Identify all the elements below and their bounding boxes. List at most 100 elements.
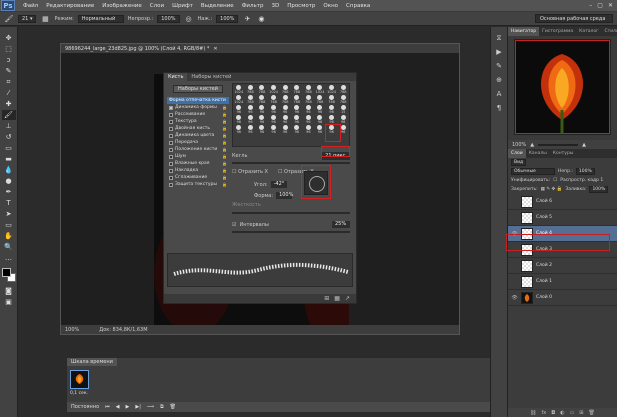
brush-tip[interactable]: 96 bbox=[268, 104, 280, 114]
new-preset-icon[interactable]: ⊞ bbox=[324, 295, 329, 302]
brush-tip[interactable]: 96 bbox=[337, 114, 349, 124]
brush-option-item[interactable]: Шум 🔒 bbox=[167, 153, 229, 160]
fill-field[interactable]: 100% bbox=[589, 186, 609, 193]
maximize-icon[interactable]: ▢ bbox=[597, 2, 603, 9]
minimize-icon[interactable]: – bbox=[589, 2, 592, 9]
brush-option-item[interactable]: Накладка 🔒 bbox=[167, 167, 229, 174]
brush-tip[interactable]: 96 bbox=[291, 114, 303, 124]
brush-option-item[interactable]: Положение кисти 🔒 bbox=[167, 146, 229, 153]
tween-icon[interactable]: ⟿ bbox=[147, 404, 154, 410]
paragraph-panel-icon[interactable]: ¶ bbox=[493, 103, 505, 113]
hardness-slider[interactable] bbox=[232, 212, 350, 214]
layers-tab[interactable]: Каналы bbox=[526, 149, 550, 158]
zoom-in-icon[interactable]: ▲ bbox=[582, 142, 586, 148]
foreground-color[interactable] bbox=[1, 268, 11, 277]
brush-tip[interactable]: 96 bbox=[326, 114, 338, 124]
brush-option-checkbox[interactable] bbox=[169, 126, 173, 131]
brush-option-item[interactable]: Рассеивание 🔒 bbox=[167, 111, 229, 118]
spacing-field[interactable]: 25% bbox=[332, 221, 350, 228]
type-tool-icon[interactable]: T bbox=[2, 198, 16, 208]
layer-row[interactable]: Слой 2 bbox=[508, 258, 617, 274]
layer-opacity-field[interactable]: 100% bbox=[575, 168, 595, 175]
brush-tip[interactable]: 96 bbox=[256, 124, 268, 134]
zoom-tool-icon[interactable]: 🔍 bbox=[2, 242, 16, 252]
brush-tab[interactable]: Наборы кистей bbox=[187, 73, 235, 81]
brush-option-item[interactable]: Динамика формы 🔒 bbox=[167, 104, 229, 111]
navigator-view-box[interactable] bbox=[515, 40, 610, 134]
mode-select[interactable]: Нормальный bbox=[77, 14, 124, 23]
menu-item[interactable]: Окно bbox=[319, 3, 342, 9]
actions-panel-icon[interactable]: ▶ bbox=[493, 47, 505, 57]
brush-tip[interactable]: 768 bbox=[303, 94, 315, 104]
layer-kind-select[interactable]: Вид bbox=[511, 159, 527, 166]
document-tab[interactable]: 98696244_large_23d825.jpg @ 100% (Слой 4… bbox=[61, 44, 459, 53]
brush-tool-icon[interactable]: 🖌 bbox=[4, 14, 14, 24]
brush-option-checkbox[interactable] bbox=[169, 175, 173, 180]
brush-option-item[interactable]: Текстура 🔒 bbox=[167, 118, 229, 125]
spacing-checkbox[interactable]: ☑ bbox=[232, 222, 236, 228]
play-icon[interactable]: ▶ bbox=[126, 404, 130, 410]
lock-icon[interactable]: 🔒 bbox=[222, 133, 227, 138]
brush-option-item[interactable]: Сглаживание 🔒 bbox=[167, 174, 229, 181]
add-mask-icon[interactable]: ◘ bbox=[551, 410, 555, 416]
brush-tip[interactable]: 96 bbox=[245, 124, 257, 134]
dodge-tool-icon[interactable]: ● bbox=[2, 176, 16, 186]
menu-item[interactable]: Справка bbox=[342, 3, 374, 9]
brush-panel-icon[interactable]: ✎ bbox=[493, 61, 505, 71]
brush-tip[interactable]: 96 bbox=[303, 104, 315, 114]
brush-tip[interactable]: 96 bbox=[326, 104, 338, 114]
brush-tip[interactable]: 96 bbox=[303, 124, 315, 134]
brush-tip[interactable]: 768 bbox=[245, 84, 257, 94]
roundness-field[interactable]: 100% bbox=[276, 192, 293, 199]
layers-tab[interactable]: Слои bbox=[508, 149, 526, 158]
history-panel-icon[interactable]: ⧖ bbox=[493, 33, 505, 43]
hand-tool-icon[interactable]: ✋ bbox=[2, 231, 16, 241]
marquee-tool-icon[interactable]: ⬚ bbox=[2, 44, 16, 54]
brush-option-checkbox[interactable] bbox=[169, 112, 173, 117]
brush-option-checkbox[interactable] bbox=[169, 147, 173, 152]
lock-icon[interactable]: 🔒 bbox=[222, 112, 227, 117]
brush-presets-button[interactable]: Наборы кистей bbox=[173, 85, 223, 93]
brush-option-item[interactable]: Форма отпечатка кисти bbox=[167, 97, 229, 104]
pen-tool-icon[interactable]: ✒ bbox=[2, 187, 16, 197]
brush-option-item[interactable]: Защита текстуры 🔒 bbox=[167, 181, 229, 188]
brush-tip[interactable]: 768 bbox=[337, 84, 349, 94]
pressure-opacity-icon[interactable]: ◎ bbox=[184, 14, 194, 24]
timeline-tab[interactable]: Шкала времени bbox=[67, 358, 117, 366]
brush-tip[interactable]: 768 bbox=[337, 94, 349, 104]
brush-tip[interactable]: 768 bbox=[256, 94, 268, 104]
layer-row[interactable]: 👁 Слой 0 bbox=[508, 290, 617, 306]
brush-option-checkbox[interactable] bbox=[169, 119, 173, 124]
lock-icon[interactable]: 🔒 bbox=[222, 126, 227, 131]
lock-icons[interactable]: ▦ ✎ ✥ 🔒 bbox=[541, 187, 563, 192]
brush-option-item[interactable]: Влажные края 🔒 bbox=[167, 160, 229, 167]
brush-tip[interactable]: 96 bbox=[314, 104, 326, 114]
flow-field[interactable]: 100% bbox=[216, 14, 239, 23]
menu-item[interactable]: Шрифт bbox=[168, 3, 197, 9]
eraser-tool-icon[interactable]: ▭ bbox=[2, 143, 16, 153]
brush-tip[interactable]: 1024 bbox=[233, 94, 245, 104]
zoom-readout[interactable]: 100% bbox=[65, 327, 79, 333]
lock-icon[interactable]: 🔒 bbox=[222, 147, 227, 152]
lock-icon[interactable]: 🔒 bbox=[222, 119, 227, 124]
link-layers-icon[interactable]: ⛓ bbox=[530, 410, 536, 416]
menu-item[interactable]: Редактирование bbox=[42, 3, 98, 9]
lock-icon[interactable]: 🔒 bbox=[222, 175, 227, 180]
screen-mode-icon[interactable]: ▣ bbox=[2, 297, 16, 307]
path-select-tool-icon[interactable]: ➤ bbox=[2, 209, 16, 219]
close-icon[interactable]: ✕ bbox=[608, 2, 613, 9]
brush-tip[interactable]: 96 bbox=[233, 124, 245, 134]
pressure-size-icon[interactable]: ◉ bbox=[256, 14, 266, 24]
frame-thumbnail[interactable] bbox=[70, 370, 89, 389]
prev-frame-icon[interactable]: ◀ bbox=[116, 404, 120, 410]
brush-tip[interactable]: 768 bbox=[268, 94, 280, 104]
brush-size-slider[interactable] bbox=[232, 162, 350, 164]
brush-tip[interactable]: 768 bbox=[326, 94, 338, 104]
lasso-tool-icon[interactable]: ↄ bbox=[2, 55, 16, 65]
quick-select-tool-icon[interactable]: ✎ bbox=[2, 66, 16, 76]
brush-tip[interactable]: 96 bbox=[233, 104, 245, 114]
navigator-tab[interactable]: Гистограмма bbox=[539, 27, 576, 36]
quick-mask-icon[interactable]: ◙ bbox=[2, 286, 16, 296]
zoom-slider[interactable] bbox=[538, 143, 579, 146]
gradient-tool-icon[interactable]: ▬ bbox=[2, 154, 16, 164]
